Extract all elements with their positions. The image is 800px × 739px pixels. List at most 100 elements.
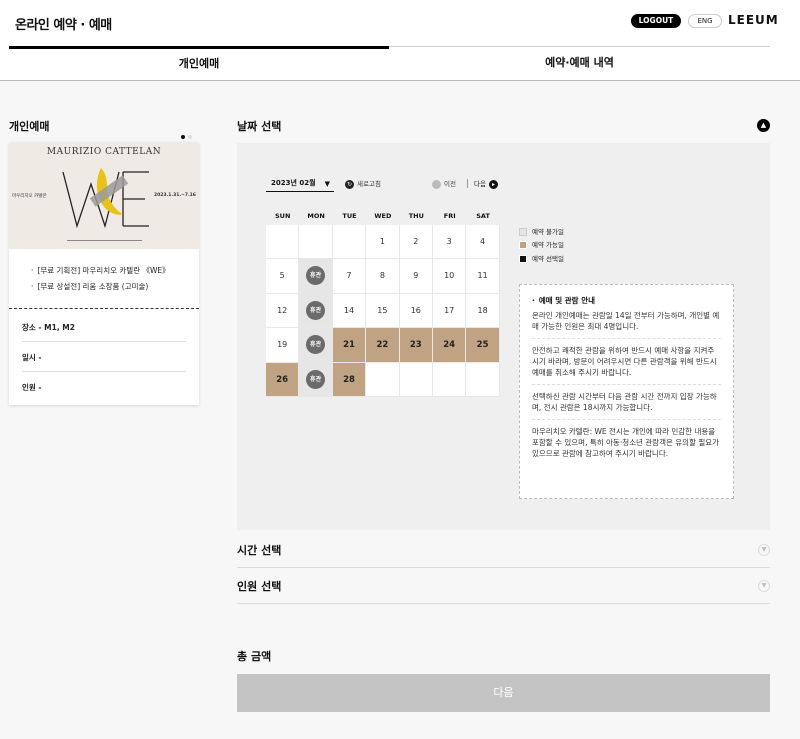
calendar-day-closed: 휴관 — [299, 293, 333, 329]
exhibition-item: [무료 상설전] 리움 소장품 (고미술) — [31, 281, 148, 292]
caret-down-icon: ▼ — [324, 180, 330, 188]
calendar-day-unavailable: 4 — [466, 225, 500, 260]
poster-artist: MAURIZIO CATTELAN — [46, 147, 162, 157]
legend-swatch — [519, 241, 527, 249]
weekday-label: THU — [408, 212, 424, 220]
calendar-day-available[interactable]: 23 — [399, 328, 433, 363]
calendar-day-unavailable: 15 — [366, 293, 400, 329]
date-section-title: 날짜 선택 — [237, 120, 282, 133]
calendar-day-unavailable: 19 — [266, 328, 300, 363]
month-select[interactable]: 2023년 02월 ▼ — [266, 177, 334, 192]
chevron-up-icon[interactable]: ▲ — [757, 119, 770, 132]
calendar-day-unavailable: 1 — [366, 225, 400, 260]
people-section-title: 인원 선택 — [237, 580, 282, 593]
calendar-day-available[interactable]: 22 — [366, 328, 400, 363]
logout-button[interactable]: LOGOUT — [631, 14, 681, 28]
time-section-title: 시간 선택 — [237, 544, 282, 557]
notice-paragraph: 선택하신 관람 시간부터 다음 관람 시간 전까지 입장 가능하며, 전시 관람… — [532, 391, 721, 420]
closed-badge: 휴관 — [306, 266, 326, 286]
booking-people: 인원 - — [22, 383, 42, 392]
slide-dot-2[interactable] — [188, 135, 192, 139]
chevron-down-icon[interactable]: ▼ — [758, 580, 770, 592]
calendar-empty-cell — [366, 362, 400, 397]
calendar-day-unavailable: 2 — [399, 225, 433, 260]
calendar-day-unavailable: 5 — [266, 259, 300, 294]
refresh-button[interactable]: ↻ 새로고침 — [345, 178, 381, 189]
calendar-empty-cell — [266, 225, 300, 260]
exhibition-item: [무료 기획전] 마우리치오 카텔란 《WE》 — [31, 265, 169, 276]
legend-selected: 예약 선택일 — [519, 253, 564, 263]
calendar-day-closed: 휴관 — [299, 259, 333, 294]
info-divider — [22, 371, 186, 372]
calendar-empty-cell — [332, 225, 367, 260]
booking-date: 일시 - — [22, 353, 42, 362]
next-button[interactable]: 다음 — [237, 674, 770, 712]
chevron-right-icon: ▸ — [488, 179, 498, 189]
calendar-empty-cell — [466, 362, 500, 397]
notice-paragraph: 마우리치오 카텔란: WE 전시는 개인에 따라 민감한 내용을 포함할 수 있… — [532, 427, 720, 458]
calendar-empty-cell — [299, 225, 333, 260]
booking-notice: 예매 및 관람 안내 온라인 개인예매는 관람일 14일 전부터 가능하며, 개… — [519, 284, 734, 499]
tab-bar: 개인예매 예약·예매 내역 — [0, 46, 800, 81]
slide-dot-1[interactable] — [181, 135, 185, 139]
calendar-day-closed: 휴관 — [299, 362, 333, 397]
next-label: 다음 — [474, 180, 486, 188]
people-section[interactable]: 인원 선택 ▼ — [237, 568, 770, 604]
nav-separator — [467, 179, 468, 188]
closed-badge: 휴관 — [306, 335, 326, 355]
legend-unavailable: 예약 불가일 — [519, 226, 564, 236]
tab-personal-booking[interactable]: 개인예매 — [9, 46, 389, 80]
weekday-label: SAT — [476, 212, 490, 220]
tab-booking-history[interactable]: 예약·예매 내역 — [389, 46, 770, 80]
calendar-day-available[interactable]: 26 — [266, 362, 300, 397]
info-divider — [22, 341, 186, 342]
weekday-label: TUE — [342, 212, 357, 220]
chevron-left-icon — [432, 179, 441, 189]
calendar-empty-cell — [433, 362, 467, 397]
refresh-label: 새로고침 — [357, 180, 381, 188]
legend-label: 예약 선택일 — [532, 255, 564, 263]
card-divider — [9, 308, 199, 309]
chevron-down-icon[interactable]: ▼ — [758, 544, 770, 556]
calendar-day-available[interactable]: 24 — [433, 328, 467, 363]
left-panel-title: 개인예매 — [9, 120, 50, 133]
page-title: 온라인 예약 · 예매 — [15, 18, 112, 33]
poster-left-caption: 마우리치오 카텔란 — [12, 194, 47, 199]
language-button[interactable]: ENG — [688, 14, 722, 28]
weekday-label: FRI — [443, 212, 456, 220]
calendar-day-unavailable: 16 — [399, 293, 433, 329]
calendar-day-unavailable: 18 — [466, 293, 500, 329]
calendar-day-unavailable: 10 — [433, 259, 467, 294]
calendar-day-unavailable: 12 — [266, 293, 300, 329]
time-section[interactable]: 시간 선택 ▼ — [237, 532, 770, 568]
weekday-label: SUN — [274, 212, 291, 220]
calendar-day-available[interactable]: 28 — [332, 362, 367, 397]
brand-logo[interactable]: LEEUM — [728, 13, 779, 27]
legend-swatch — [519, 255, 527, 263]
calendar-day-unavailable: 7 — [332, 259, 367, 294]
calendar-day-available[interactable]: 21 — [332, 328, 367, 363]
notice-paragraph: 온라인 개인예매는 관람일 14일 전부터 가능하며, 개인별 예매 가능한 인… — [532, 310, 721, 339]
prev-month-button[interactable]: 이전 — [432, 178, 456, 189]
weekday-label: MON — [307, 212, 325, 220]
calendar-day-unavailable: 11 — [466, 259, 500, 294]
exhibition-poster: MAURIZIO CATTELAN 마우리치오 카텔란 2023.1.31.~7… — [9, 142, 199, 249]
refresh-icon: ↻ — [345, 179, 354, 189]
calendar-empty-cell — [399, 362, 433, 397]
calendar-day-available[interactable]: 25 — [466, 328, 500, 363]
month-value: 2023년 02월 — [271, 179, 316, 187]
total-amount-label: 총 금액 — [237, 650, 272, 663]
legend-label: 예약 불가일 — [532, 228, 564, 236]
next-month-button[interactable]: 다음 ▸ — [474, 178, 498, 189]
calendar-day-unavailable: 8 — [366, 259, 400, 294]
calendar-day-unavailable: 9 — [399, 259, 433, 294]
calendar-day-unavailable: 17 — [433, 293, 467, 329]
calendar-grid: 1 2 3 4 5 휴관 7 8 9 10 11 12 휴관 14 15 16 17 18 19 휴관 21 22 23 24… — [266, 225, 500, 397]
closed-badge: 휴관 — [306, 300, 326, 320]
legend-label: 예약 가능일 — [532, 241, 564, 249]
prev-label: 이전 — [444, 180, 456, 188]
slide-dots — [181, 124, 195, 143]
notice-paragraph: 안전하고 쾌적한 관람을 위하여 반드시 예매 사항을 지켜주시기 바라며, 방… — [532, 345, 721, 385]
calendar-day-closed: 휴관 — [299, 328, 333, 363]
calendar-day-unavailable: 14 — [332, 293, 367, 329]
